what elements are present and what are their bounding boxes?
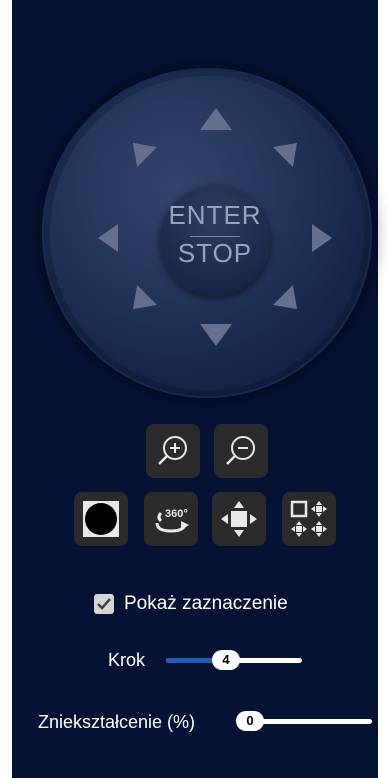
pan-down-arrow-icon[interactable] <box>200 324 232 346</box>
pan-up-right-arrow-icon[interactable] <box>273 133 307 167</box>
distortion-slider-thumb[interactable]: 0 <box>236 711 264 731</box>
enter-label: ENTER <box>168 200 262 230</box>
pan-left-arrow-icon[interactable] <box>98 224 118 252</box>
rotate-360-icon: 360° <box>155 508 189 533</box>
right-border <box>378 0 388 778</box>
step-slider-fill <box>166 658 218 663</box>
record-button[interactable] <box>74 492 128 546</box>
center-move-button[interactable] <box>212 492 266 546</box>
show-selection-option[interactable]: Pokaż zaznaczenie <box>94 592 288 616</box>
enter-stop-button[interactable]: ENTER STOP <box>160 186 270 296</box>
circle-icon <box>83 501 119 537</box>
left-border <box>0 0 12 778</box>
checkmark-icon <box>97 598 111 610</box>
pan-down-right-arrow-icon[interactable] <box>273 285 307 319</box>
stop-label: STOP <box>177 238 253 268</box>
zoom-in-icon <box>158 436 187 465</box>
zoom-out-button[interactable] <box>214 424 268 478</box>
rotate-360-text: 360° <box>165 508 188 520</box>
zoom-out-icon <box>226 436 255 465</box>
center-divider <box>190 236 240 237</box>
pan-up-arrow-icon[interactable] <box>200 108 232 130</box>
step-slider-thumb[interactable]: 4 <box>212 650 240 670</box>
distortion-label: Zniekształcenie (%) <box>38 712 196 732</box>
pan-right-arrow-icon[interactable] <box>312 224 332 252</box>
ptz-control-panel: ENTER STOP 360° Pokaż zaznaczenie Krok 4… <box>0 0 388 778</box>
zoom-in-button[interactable] <box>146 424 200 478</box>
step-label: Krok <box>108 650 146 670</box>
ptz-ring: ENTER STOP <box>50 76 364 390</box>
ptz-joystick: ENTER STOP <box>42 68 372 398</box>
show-selection-checkbox[interactable] <box>94 594 114 614</box>
multi-direction-icon <box>290 500 327 537</box>
pan-down-left-arrow-icon[interactable] <box>123 285 157 319</box>
pan-up-left-arrow-icon[interactable] <box>123 133 157 167</box>
center-move-icon <box>221 501 257 537</box>
multi-direction-button[interactable] <box>282 492 336 546</box>
rotate-360-button[interactable]: 360° <box>144 492 198 546</box>
show-selection-label: Pokaż zaznaczenie <box>124 593 288 614</box>
